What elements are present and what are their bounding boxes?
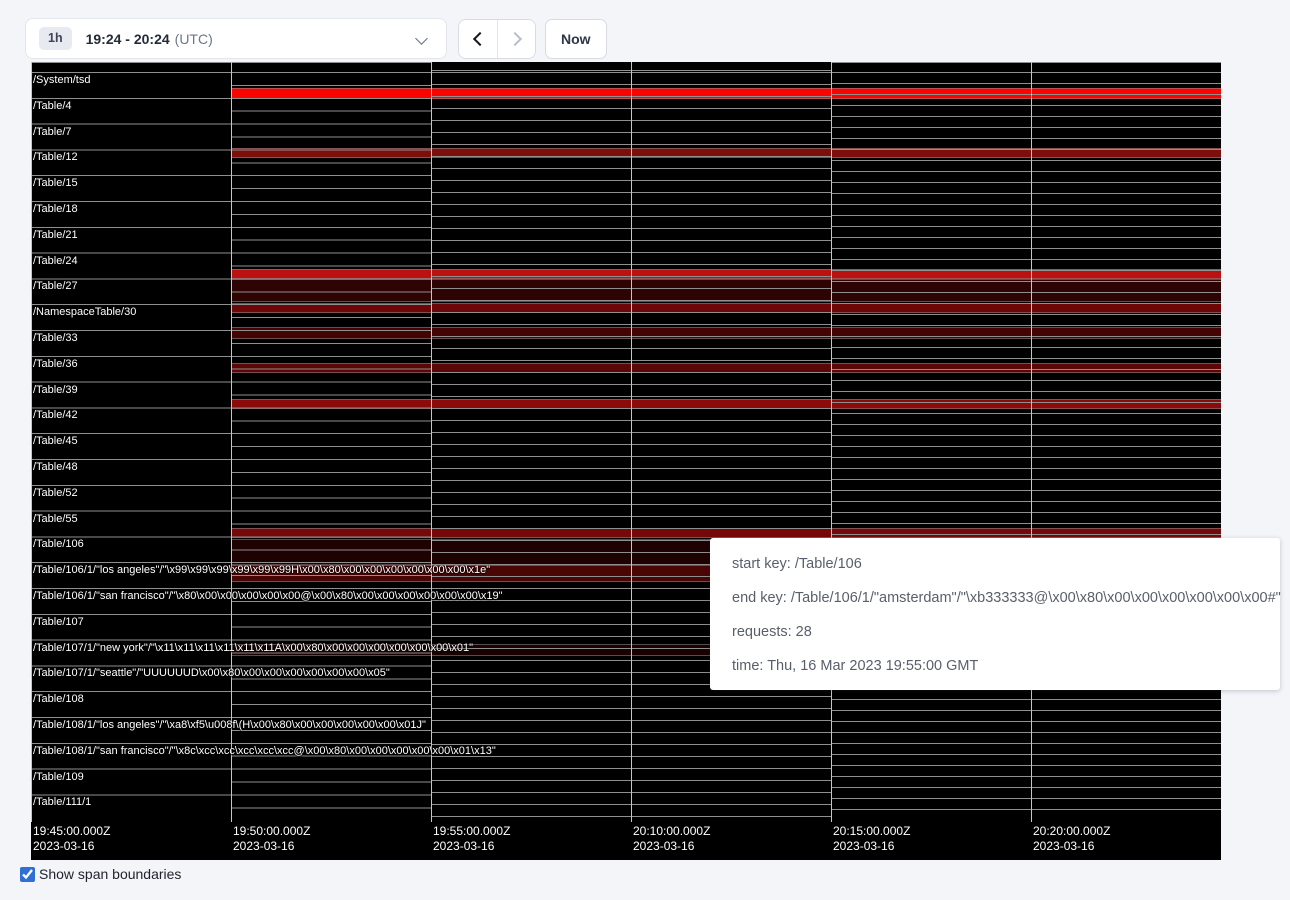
span-boundary-column: [31, 62, 231, 820]
time-axis-tick: 20:15:00.000Z2023-03-16: [833, 824, 910, 854]
span-tooltip: start key: /Table/106end key: /Table/106…: [710, 538, 1280, 690]
row-label: /NamespaceTable/30: [33, 306, 136, 318]
row-label: /Table/106/1/"san francisco"/"\x80\x00\x…: [33, 590, 503, 602]
show-span-boundaries-checkbox[interactable]: [20, 867, 35, 882]
key-visualizer-canvas[interactable]: /System/tsd/Table/4/Table/7/Table/12/Tab…: [31, 62, 1221, 860]
axis-tick-date: 2023-03-16: [433, 839, 510, 854]
row-label: /Table/109: [33, 771, 84, 783]
time-gridline: [1031, 62, 1032, 822]
row-label: /Table/55: [33, 513, 78, 525]
chevron-left-icon: [472, 32, 486, 46]
row-label: /Table/111/1: [33, 796, 91, 808]
heat-band[interactable]: [231, 528, 1221, 538]
heat-band[interactable]: [231, 269, 1221, 279]
time-axis-tick: 20:20:00.000Z2023-03-16: [1033, 824, 1110, 854]
axis-tick-date: 2023-03-16: [633, 839, 710, 854]
axis-tick-date: 2023-03-16: [1033, 839, 1110, 854]
time-nav-button-group: [458, 19, 536, 59]
heat-band[interactable]: [231, 399, 1221, 409]
axis-tick-time: 20:15:00.000Z: [833, 824, 910, 838]
show-span-boundaries-control[interactable]: Show span boundaries: [20, 866, 181, 882]
row-label: /Table/12: [33, 151, 78, 163]
row-label: /Table/107: [33, 616, 84, 628]
heat-band[interactable]: [231, 279, 1221, 302]
heat-band[interactable]: [231, 327, 1221, 339]
row-label: /Table/15: [33, 177, 78, 189]
time-gridline: [431, 62, 432, 822]
time-axis-tick: 19:45:00.000Z2023-03-16: [33, 824, 110, 854]
span-boundary-column: [831, 62, 1031, 820]
row-label: /Table/106: [33, 538, 84, 550]
show-span-boundaries-label: Show span boundaries: [39, 866, 181, 882]
chevron-right-icon: [508, 32, 522, 46]
axis-tick-time: 20:10:00.000Z: [633, 824, 710, 838]
time-gridline: [631, 62, 632, 822]
tooltip-line: time: Thu, 16 Mar 2023 19:55:00 GMT: [732, 649, 1258, 683]
next-range-button[interactable]: [497, 20, 535, 58]
row-label: /Table/107/1/"seattle"/"UUUUUUD\x00\x80\…: [33, 667, 390, 679]
row-label: /Table/33: [33, 332, 78, 344]
tooltip-line: start key: /Table/106: [732, 547, 1258, 581]
time-range-timezone: (UTC): [175, 31, 213, 47]
span-boundary-column: [631, 62, 831, 820]
tooltip-line: end key: /Table/106/1/"amsterdam"/"\xb33…: [732, 581, 1258, 615]
chevron-down-icon: [415, 32, 428, 45]
heat-band[interactable]: [231, 363, 1221, 373]
axis-tick-date: 2023-03-16: [33, 839, 110, 854]
time-gridline: [31, 62, 32, 822]
row-label: /Table/42: [33, 409, 78, 421]
row-label: /Table/18: [33, 203, 78, 215]
row-label: /Table/39: [33, 384, 78, 396]
row-label: /System/tsd: [33, 74, 90, 86]
previous-range-button[interactable]: [459, 20, 497, 58]
time-gridline: [831, 62, 832, 822]
row-label: /Table/7: [33, 126, 72, 138]
row-label: /Table/36: [33, 358, 78, 370]
now-button[interactable]: Now: [545, 19, 607, 59]
time-axis-tick: 19:55:00.000Z2023-03-16: [433, 824, 510, 854]
span-boundary-column: [431, 62, 631, 820]
row-label: /Table/48: [33, 461, 78, 473]
heat-band[interactable]: [231, 88, 1221, 99]
heat-band[interactable]: [231, 303, 1221, 313]
row-label: /Table/108/1/"los angeles"/"\xa8\xf5\u00…: [33, 719, 426, 731]
time-axis-tick: 20:10:00.000Z2023-03-16: [633, 824, 710, 854]
time-toolbar: 1h 19:24 - 20:24 (UTC) Now: [0, 0, 1290, 62]
axis-tick-time: 19:50:00.000Z: [233, 824, 310, 838]
time-gridline: [231, 62, 232, 822]
span-boundary-column: [1031, 62, 1221, 820]
axis-tick-date: 2023-03-16: [833, 839, 910, 854]
row-label: /Table/24: [33, 255, 78, 267]
axis-tick-date: 2023-03-16: [233, 839, 310, 854]
row-label: /Table/4: [33, 100, 72, 112]
axis-tick-time: 19:55:00.000Z: [433, 824, 510, 838]
row-label: /Table/45: [33, 435, 78, 447]
heat-band[interactable]: [231, 148, 1221, 158]
time-range-select[interactable]: 1h 19:24 - 20:24 (UTC): [25, 18, 447, 59]
time-axis-tick: 19:50:00.000Z2023-03-16: [233, 824, 310, 854]
row-label: /Table/52: [33, 487, 78, 499]
row-label: /Table/21: [33, 229, 78, 241]
time-range-duration-badge: 1h: [39, 27, 72, 50]
span-boundary-column: [231, 62, 431, 820]
axis-tick-time: 20:20:00.000Z: [1033, 824, 1110, 838]
axis-tick-time: 19:45:00.000Z: [33, 824, 110, 838]
time-range-text: 19:24 - 20:24: [86, 31, 170, 47]
row-label: /Table/108: [33, 693, 84, 705]
tooltip-line: requests: 28: [732, 615, 1258, 649]
row-label: /Table/108/1/"san francisco"/"\x8c\xcc\x…: [33, 745, 496, 757]
row-label: /Table/27: [33, 280, 78, 292]
